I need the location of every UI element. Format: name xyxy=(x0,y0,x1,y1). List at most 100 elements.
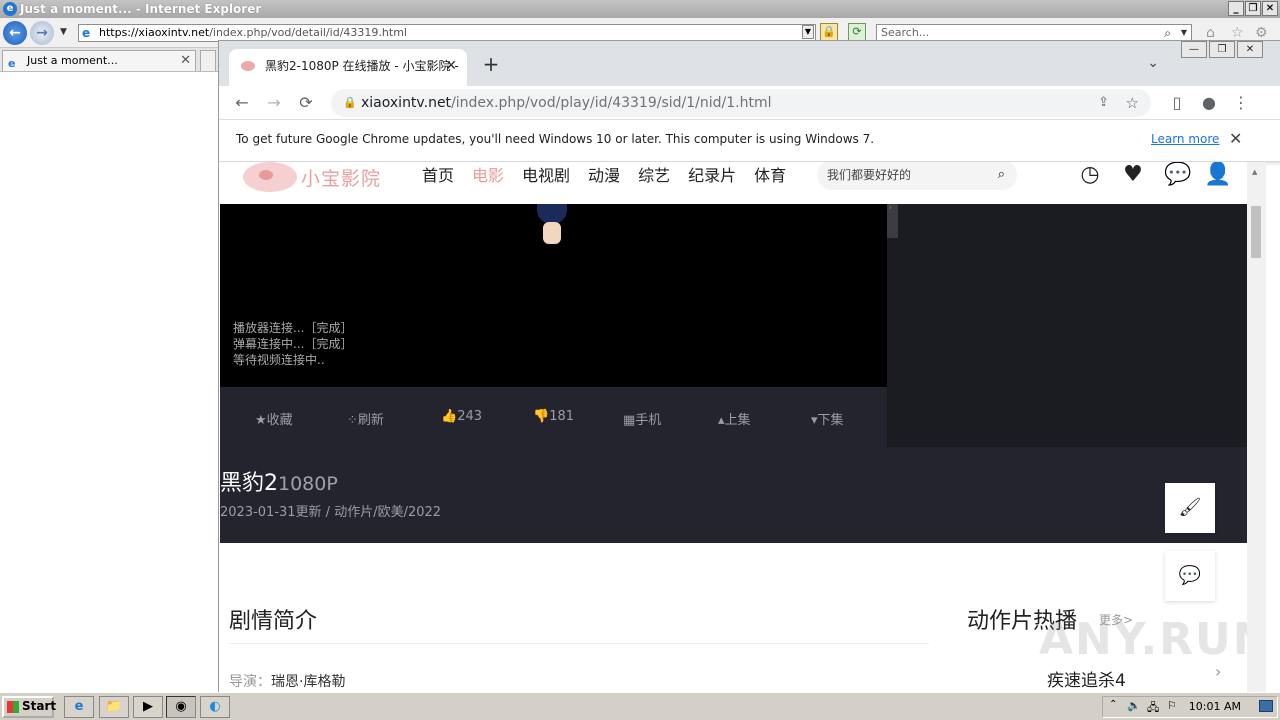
chrome-menu-icon[interactable]: ⋮ xyxy=(1231,93,1251,113)
chrome-update-infobar: To get future Google Chrome updates, you… xyxy=(219,120,1280,162)
start-label: Start xyxy=(22,699,57,713)
favorite-button[interactable]: ★收藏 xyxy=(255,409,293,428)
tray-expand-icon[interactable]: ⌃ xyxy=(1109,699,1117,710)
ie-address-dropdown-icon[interactable]: ▼ xyxy=(802,25,814,39)
danmaku-chat-button[interactable]: 💬 xyxy=(1165,551,1215,601)
movie-quality: 1080P xyxy=(278,473,338,495)
taskbar-clock[interactable]: 10:01 AM xyxy=(1189,700,1241,713)
ie-title-bar: e Just a moment... - Internet Explorer _… xyxy=(0,0,1280,18)
chrome-omnibox[interactable]: 🔒 xiaoxintv.net/index.php/vod/play/id/43… xyxy=(331,89,1151,117)
ie-tab[interactable]: e Just a moment... ✕ xyxy=(2,50,196,71)
chat-bubble-icon[interactable]: 💬 xyxy=(1164,162,1191,188)
director-name[interactable]: 瑞恩·库格勒 xyxy=(271,674,345,690)
gear-icon[interactable]: ⚙ xyxy=(1255,25,1268,41)
omnibox-path: /index.php/vod/play/id/43319/sid/1/nid/1… xyxy=(451,95,772,111)
start-button[interactable]: Start xyxy=(2,696,57,718)
profile-avatar-icon[interactable]: ● xyxy=(1199,93,1219,113)
side-panel-scroll-handle[interactable]: › xyxy=(887,204,898,238)
heart-icon[interactable]: ♥ xyxy=(1120,162,1146,188)
chrome-tab-close-icon[interactable]: ✕ xyxy=(445,49,457,84)
search-icon[interactable]: ⌕ xyxy=(1164,25,1171,41)
site-logo-text: 小宝影院 xyxy=(301,167,382,190)
infobar-learn-more-link[interactable]: Learn more xyxy=(1151,132,1219,146)
favorites-star-icon[interactable]: ☆ xyxy=(1231,25,1244,41)
previous-episode-button[interactable]: ▴上集 xyxy=(718,409,751,428)
nav-item-anime[interactable]: 动漫 xyxy=(588,164,620,188)
director-label: 导演： xyxy=(229,674,271,690)
refresh-icon[interactable]: ⟳ xyxy=(848,23,866,41)
taskbar-ie-icon[interactable]: e xyxy=(64,696,94,718)
taskbar-media-player-icon[interactable]: ▶ xyxy=(133,696,163,718)
ie-logo-icon: e xyxy=(3,2,17,16)
chrome-minimize-button[interactable]: — xyxy=(1181,41,1207,58)
lock-icon[interactable]: 🔒 xyxy=(820,23,838,41)
omnibox-host: xiaoxintv.net xyxy=(361,95,452,111)
page-scrollbar[interactable]: ▲ xyxy=(1247,162,1266,692)
ie-history-dropdown-icon[interactable]: ▼ xyxy=(60,27,67,37)
network-icon[interactable]: 🖧 xyxy=(1147,699,1159,718)
chrome-restore-button[interactable]: ❐ xyxy=(1209,41,1235,58)
dislike-button[interactable]: 👎181 xyxy=(533,409,574,424)
action-center-flag-icon[interactable]: ⚐ xyxy=(1167,699,1177,712)
ie-forward-button[interactable]: → xyxy=(30,21,54,45)
search-icon[interactable]: ⌕ xyxy=(998,162,1005,190)
tab-search-chevron-icon[interactable]: ⌄ xyxy=(1147,55,1159,71)
side-panel-icon[interactable]: ▯ xyxy=(1167,93,1187,113)
ie-address-path: /index.php/vod/detail/id/43319.html xyxy=(209,26,407,39)
hot-list-item[interactable]: 疾速追杀4 xyxy=(1047,666,1126,691)
infobar-close-icon[interactable]: ✕ xyxy=(1229,129,1242,148)
nav-item-tv[interactable]: 电视剧 xyxy=(522,164,570,188)
forward-arrow-icon[interactable]: → xyxy=(264,93,284,113)
user-icon[interactable]: 👤 xyxy=(1204,162,1231,188)
movie-title-text: 黑豹2 xyxy=(220,471,278,496)
web-page: 小宝影院 首页 电影 电视剧 动漫 综艺 纪录片 体育 我们都要好好的 ⌕ ◷ … xyxy=(219,162,1247,692)
player-log-line: 弹幕连接中...［完成］ xyxy=(233,337,353,351)
ie-tab-close-icon[interactable]: ✕ xyxy=(180,51,191,71)
player-status-log: 播放器连接...［完成］ 弹幕连接中...［完成］ 等待视频连接中.. xyxy=(233,320,352,368)
site-search-input[interactable]: 我们都要好好的 ⌕ xyxy=(817,162,1017,190)
reload-icon[interactable]: ⟳ xyxy=(296,93,316,113)
bookmark-star-icon[interactable]: ☆ xyxy=(1126,89,1139,117)
ie-tab-icon: e xyxy=(8,57,16,70)
taskbar-chrome-icon[interactable]: ◉ xyxy=(166,696,196,718)
share-icon[interactable]: ⇪ xyxy=(1098,89,1109,117)
back-arrow-icon[interactable]: ← xyxy=(232,93,252,113)
chrome-close-button[interactable]: ✕ xyxy=(1237,41,1263,58)
nav-item-variety[interactable]: 综艺 xyxy=(638,164,670,188)
video-player[interactable]: 播放器连接...［完成］ 弹幕连接中...［完成］ 等待视频连接中.. xyxy=(220,204,887,387)
ie-new-tab-button[interactable] xyxy=(200,50,216,71)
home-icon[interactable]: ⌂ xyxy=(1206,25,1215,41)
ie-close-button[interactable]: ✕ xyxy=(1262,1,1278,16)
ie-back-button[interactable]: ← xyxy=(3,21,27,45)
taskbar-explorer-icon[interactable]: 📁 xyxy=(99,696,129,718)
theme-brush-button[interactable]: 🖌 xyxy=(1165,483,1215,533)
ie-restore-button[interactable]: ❐ xyxy=(1245,1,1261,16)
player-controls: ★收藏 ⁘刷新 👍243 👎181 ▦手机 ▴上集 ▾下集 xyxy=(220,387,887,447)
page-scrollbar-thumb[interactable] xyxy=(1251,206,1261,258)
forward-arrow-icon: → xyxy=(36,25,48,41)
player-log-line: 等待视频连接中.. xyxy=(233,353,325,367)
next-episode-button[interactable]: ▾下集 xyxy=(811,409,844,428)
mobile-button[interactable]: ▦手机 xyxy=(623,409,661,428)
show-desktop-icon[interactable] xyxy=(1259,700,1273,712)
scroll-up-icon[interactable]: ▲ xyxy=(1252,168,1257,176)
history-clock-icon[interactable]: ◷ xyxy=(1077,162,1103,188)
thumbs-down-icon: 👎 xyxy=(533,409,550,424)
chevron-right-icon: › xyxy=(889,204,892,212)
chrome-tab[interactable]: 黑豹2-1080P 在线播放 - 小宝影院 - ✕ xyxy=(229,49,467,86)
nav-item-movies[interactable]: 电影 xyxy=(472,164,504,188)
nav-item-documentary[interactable]: 纪录片 xyxy=(688,164,736,188)
ie-minimize-button[interactable]: _ xyxy=(1228,1,1244,16)
nav-item-sports[interactable]: 体育 xyxy=(754,164,786,188)
player-log-line: 播放器连接...［完成］ xyxy=(233,321,353,335)
like-button[interactable]: 👍243 xyxy=(441,409,482,424)
refresh-button[interactable]: ⁘刷新 xyxy=(347,409,384,428)
site-logo[interactable]: 小宝影院 xyxy=(243,162,381,192)
volume-icon[interactable]: 🔈 xyxy=(1127,699,1141,712)
lock-icon[interactable]: 🔒 xyxy=(343,89,357,117)
site-favicon-icon xyxy=(241,61,255,71)
ie-search-dropdown-icon[interactable]: ▼ xyxy=(1181,25,1187,41)
nav-item-home[interactable]: 首页 xyxy=(422,164,454,188)
new-tab-button[interactable]: + xyxy=(479,53,503,77)
taskbar-edge-icon[interactable]: ◐ xyxy=(200,696,230,718)
